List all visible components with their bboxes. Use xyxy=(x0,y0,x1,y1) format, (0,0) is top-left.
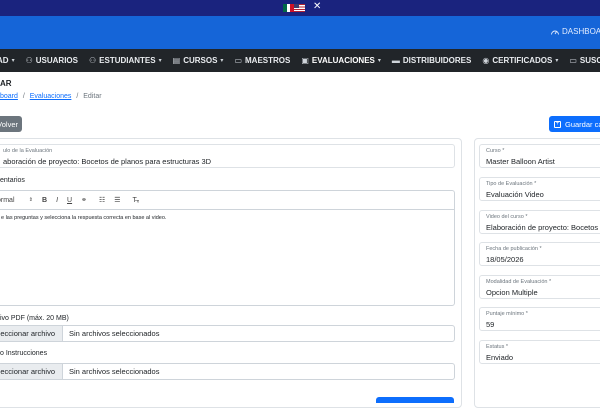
editor-toolbar: ormal ⇕ B I U ⚭ ☷ ☰ T̶ₓ xyxy=(0,190,455,209)
field-label: ulo de la Evaluación xyxy=(3,148,53,154)
nav-item-label: USUARIOS xyxy=(35,56,78,65)
field-value: Enviado xyxy=(486,353,514,362)
breadcrumb-separator: / xyxy=(22,93,25,100)
save-button-label: Guardar ca xyxy=(565,119,600,129)
nav-item-certificados[interactable]: ◉ CERTIFICADOS ▾ xyxy=(482,56,558,65)
evaluation-mode-select[interactable]: Modalidad de Evaluación * Opcion Multipl… xyxy=(479,275,600,299)
nav-item-evaluaciones[interactable]: ▣ EVALUACIONES ▾ xyxy=(301,56,381,65)
pdf-file-label: ivo PDF (máx. 20 MB) xyxy=(0,315,69,322)
usa-flag-icon[interactable] xyxy=(294,4,305,12)
dashboard-label: DASHBOARD xyxy=(562,27,600,36)
close-icon[interactable]: ✕ xyxy=(313,1,321,13)
underline-icon[interactable]: U xyxy=(67,197,72,204)
field-value: 59 xyxy=(486,320,495,329)
field-value: aboración de proyecto: Bocetos de planos… xyxy=(3,157,212,166)
field-value: Master Balloon Artist xyxy=(486,157,555,166)
save-icon: + xyxy=(554,120,561,128)
student-icon: ⚇ xyxy=(88,56,97,65)
field-label: Estatus * xyxy=(486,344,509,350)
comments-label: entarios xyxy=(0,177,25,184)
course-select[interactable]: Curso * Master Balloon Artist xyxy=(479,144,600,168)
nav-item-label: EVALUACIONES xyxy=(311,56,375,65)
chevron-down-icon: ▾ xyxy=(158,58,162,64)
book-icon: ▤ xyxy=(172,56,181,65)
course-video-select[interactable]: Video del curso * Elaboración de proyect… xyxy=(479,210,600,234)
nav-item-label: CURSOS xyxy=(183,56,218,65)
breadcrumb-dashboard-link[interactable]: board xyxy=(0,93,18,100)
breadcrumb-separator: / xyxy=(76,93,79,100)
nav-item-distribuidores[interactable]: ▬ DISTRIBUIDORES xyxy=(392,56,471,65)
instructions-file-input[interactable]: eccionar archivo Sin archivos selecciona… xyxy=(0,363,455,380)
save-button[interactable]: + Guardar ca xyxy=(549,116,600,132)
chevron-down-icon: ▾ xyxy=(220,58,224,64)
back-button[interactable]: Volver xyxy=(0,116,22,132)
instructions-select-button[interactable]: eccionar archivo xyxy=(0,364,63,379)
link-icon[interactable]: ⚭ xyxy=(81,196,87,204)
dashboard-link[interactable]: DASHBOARD xyxy=(551,27,600,36)
nav-item-cursos[interactable]: ▤ CURSOS ▾ xyxy=(173,56,224,65)
min-score-field[interactable]: Puntaje mínimo * 59 xyxy=(479,307,600,331)
instructions-file-status: Sin archivos seleccionados xyxy=(69,367,160,376)
field-label: Curso * xyxy=(486,148,505,154)
status-select[interactable]: Estatus * Enviado xyxy=(479,340,600,364)
nav-item-estudiantes[interactable]: ⚇ ESTUDIANTES ▾ xyxy=(89,56,162,65)
chevron-down-icon: ▾ xyxy=(377,58,381,64)
field-label: Puntaje mínimo * xyxy=(486,311,528,317)
chevron-down-icon: ▾ xyxy=(11,58,15,64)
updown-icon: ⇕ xyxy=(28,197,33,203)
nav-item-label: AD xyxy=(0,56,9,65)
field-value: Evaluación Video xyxy=(486,190,544,199)
teacher-icon: ▭ xyxy=(234,56,242,65)
mexico-flag-icon[interactable] xyxy=(283,4,295,12)
nav-item-label: SUSCRIPCIONES xyxy=(579,56,600,65)
pdf-file-status: Sin archivos seleccionados xyxy=(69,329,160,338)
app-header xyxy=(0,16,600,49)
italic-icon[interactable]: I xyxy=(56,197,58,204)
field-value: Elaboración de proyecto: Bocetos d xyxy=(486,223,600,232)
field-label: Video del curso * xyxy=(486,214,528,220)
nav-item-label: ESTUDIANTES xyxy=(99,56,156,65)
bold-icon[interactable]: B xyxy=(42,197,47,204)
card-icon: ▭ xyxy=(569,56,577,65)
publish-date-field[interactable]: Fecha de publicación * 18/05/2026 xyxy=(479,242,600,266)
field-label: Fecha de publicación * xyxy=(486,246,542,252)
format-select[interactable]: ormal ⇕ xyxy=(0,197,33,204)
field-value: 18/05/2026 xyxy=(486,255,524,264)
format-label: ormal xyxy=(0,196,15,204)
evaluation-title-field[interactable]: ulo de la Evaluación aboración de proyec… xyxy=(0,144,455,168)
nav-item-label: MAESTROS xyxy=(245,56,291,65)
users-icon: ⚇ xyxy=(25,56,33,65)
truck-icon: ▬ xyxy=(391,56,400,65)
field-label: Tipo de Evaluación * xyxy=(486,181,537,187)
dashboard-icon xyxy=(551,30,559,35)
clear-format-icon[interactable]: T̶ₓ xyxy=(133,197,140,204)
nav-item-ad[interactable]: AD ▾ xyxy=(0,56,15,65)
nav-item-label: CERTIFICADOS xyxy=(492,56,553,65)
page-title: AR xyxy=(0,79,12,88)
field-label: Modalidad de Evaluación * xyxy=(486,279,552,285)
certificate-icon: ◉ xyxy=(482,56,490,65)
evaluation-type-select[interactable]: Tipo de Evaluación * Evaluación Video xyxy=(479,177,600,201)
pdf-select-button[interactable]: eccionar archivo xyxy=(0,326,63,341)
ordered-list-icon[interactable]: ☷ xyxy=(99,196,105,204)
pdf-file-input[interactable]: eccionar archivo Sin archivos selecciona… xyxy=(0,325,455,342)
breadcrumb: board / Evaluaciones / Editar xyxy=(0,93,102,100)
clipboard-icon: ▣ xyxy=(301,56,309,65)
instructions-file-label: o Instrucciones xyxy=(0,350,48,357)
breadcrumb-current: Editar xyxy=(83,93,102,100)
nav-item-suscripciones[interactable]: ▭ SUSCRIPCIONES xyxy=(569,56,600,65)
nav-item-usuarios[interactable]: ⚇ USUARIOS xyxy=(26,56,78,65)
nav-item-maestros[interactable]: ▭ MAESTROS xyxy=(234,56,290,65)
main-nav: AD ▾ ⚇ USUARIOS ⚇ ESTUDIANTES ▾ ▤ CURSOS… xyxy=(0,49,600,72)
field-value: Opcion Multiple xyxy=(486,288,538,297)
bullet-list-icon[interactable]: ☰ xyxy=(114,196,120,204)
submit-button[interactable] xyxy=(376,397,454,403)
nav-item-label: DISTRIBUIDORES xyxy=(402,56,472,65)
chevron-down-icon: ▾ xyxy=(555,58,559,64)
breadcrumb-evaluaciones-link[interactable]: Evaluaciones xyxy=(30,93,72,100)
comments-editor[interactable]: e las preguntas y selecciona la respuest… xyxy=(0,209,455,306)
